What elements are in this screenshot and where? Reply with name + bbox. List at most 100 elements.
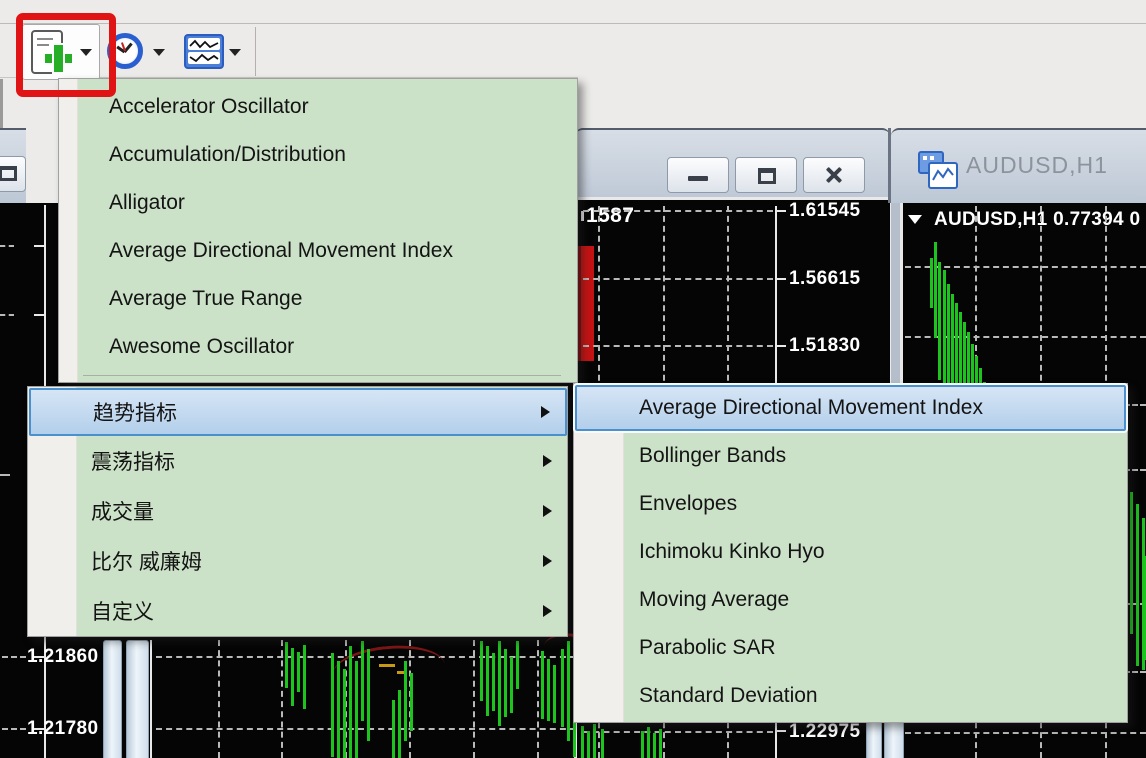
candlestick xyxy=(547,659,550,721)
candlestick xyxy=(349,646,352,758)
candlestick xyxy=(297,652,300,692)
axis-tick xyxy=(34,314,44,316)
menu-item-label: Standard Deviation xyxy=(639,684,818,708)
grid-dash xyxy=(0,245,14,247)
candlestick xyxy=(291,648,294,706)
right-window-titlebar[interactable]: AUDUSD,H1 xyxy=(891,128,1146,205)
submenu-item[interactable]: Average Directional Movement Index xyxy=(575,385,1126,431)
submenu-item[interactable]: Standard Deviation xyxy=(574,672,1127,720)
menu-item-label: Moving Average xyxy=(639,588,789,612)
templates-button[interactable] xyxy=(184,32,246,70)
submenu-item[interactable]: Envelopes xyxy=(574,480,1127,528)
submenu-item[interactable]: Ichimoku Kinko Hyo xyxy=(574,528,1127,576)
menu-item-label: Alligator xyxy=(109,191,185,215)
candlestick xyxy=(392,700,395,758)
indicator-segment xyxy=(379,664,395,667)
symbol-dropdown-arrow-icon xyxy=(908,215,922,224)
window-border-glass xyxy=(103,640,122,758)
menu-item[interactable]: Accumulation/Distribution xyxy=(77,131,573,179)
restore-icon xyxy=(0,166,17,181)
menu-item-label: 震荡指标 xyxy=(91,446,175,476)
category-menu-item[interactable]: 比尔 威廉姆 xyxy=(28,536,567,586)
menu-item[interactable]: Awesome Oscillator xyxy=(77,323,573,371)
candlestick xyxy=(361,641,364,721)
candlestick xyxy=(934,242,937,338)
candlestick xyxy=(516,641,519,689)
candlestick xyxy=(404,661,407,741)
grid-dash xyxy=(583,345,773,347)
candlestick xyxy=(930,258,933,308)
toolbar-group-separator xyxy=(255,27,256,76)
category-menu-item[interactable]: 成交量 xyxy=(28,486,567,536)
menu-item-label: Awesome Oscillator xyxy=(109,335,294,359)
candlestick xyxy=(553,665,556,723)
menu-item-label: Envelopes xyxy=(639,492,737,516)
candlestick xyxy=(567,641,570,741)
menu-item-label: Average True Range xyxy=(109,287,302,311)
minimize-button[interactable] xyxy=(667,157,729,193)
restore-button[interactable] xyxy=(735,157,797,193)
menu-separator xyxy=(83,375,561,376)
candlestick xyxy=(541,651,544,719)
menu-item-label: 比尔 威廉姆 xyxy=(91,546,202,576)
submenu-item[interactable]: Bollinger Bands xyxy=(574,432,1127,480)
menu-item[interactable]: Average True Range xyxy=(77,275,573,323)
menu-item-label: Average Directional Movement Index xyxy=(109,239,453,263)
category-menu-item[interactable]: 趋势指标 xyxy=(29,388,567,436)
menu-item-label: 自定义 xyxy=(91,596,154,626)
candlestick xyxy=(1130,492,1133,634)
menu-item-label: Parabolic SAR xyxy=(639,636,776,660)
annotation-highlight-box xyxy=(16,13,116,97)
candlestick xyxy=(561,649,564,727)
grid-dash xyxy=(0,314,14,316)
right-chart-header-text: AUDUSD,H1 0.77394 0 xyxy=(934,209,1140,231)
menu-item[interactable]: Accelerator Oscillator xyxy=(77,83,573,131)
submenu-item[interactable]: Parabolic SAR xyxy=(574,624,1127,672)
candlestick xyxy=(486,646,489,716)
window-border-glass xyxy=(126,640,149,758)
grid-dash xyxy=(583,278,773,280)
periods-dropdown-arrow[interactable] xyxy=(153,49,165,56)
grid-dash xyxy=(905,266,1146,268)
left-window-restore-button[interactable] xyxy=(0,156,26,192)
trend-indicators-submenu: Average Directional Movement Index Bollin… xyxy=(573,383,1128,723)
indicators-menu: Accelerator OscillatorAccumulation/Distr… xyxy=(58,78,578,383)
minimize-icon xyxy=(688,176,708,181)
menu-item-label: 趋势指标 xyxy=(93,397,177,427)
right-chart-header: AUDUSD,H1 0.77394 0 xyxy=(908,206,1146,234)
corner-tick xyxy=(581,211,584,221)
menu-gutter xyxy=(59,79,78,382)
submenu-item[interactable]: Moving Average xyxy=(574,576,1127,624)
axis-tick xyxy=(777,730,786,732)
grid-dash xyxy=(2,728,26,730)
menu-item-label: Bollinger Bands xyxy=(639,444,786,468)
restore-icon xyxy=(758,168,776,184)
candlestick xyxy=(367,649,370,741)
category-menu-item[interactable]: 震荡指标 xyxy=(28,436,567,486)
price-label: 1.21860 xyxy=(27,646,98,668)
menu-item[interactable]: Average Directional Movement Index xyxy=(77,227,573,275)
category-menu-item[interactable]: 自定义 xyxy=(28,586,567,636)
candlestick xyxy=(1136,504,1139,666)
candlestick xyxy=(498,641,501,726)
candlestick xyxy=(659,729,662,758)
price-label: 1.22975 xyxy=(789,721,860,743)
candlestick xyxy=(510,657,513,713)
submenu-arrow-icon xyxy=(543,555,552,567)
candlestick xyxy=(653,733,656,758)
candlestick xyxy=(480,641,483,701)
candlestick xyxy=(492,653,495,711)
candlestick xyxy=(303,645,306,709)
menu-item[interactable]: Alligator xyxy=(77,179,573,227)
candlestick xyxy=(285,642,288,688)
menubar-divider xyxy=(0,23,1146,24)
close-icon xyxy=(804,158,864,192)
close-button[interactable] xyxy=(803,157,865,193)
submenu-arrow-icon xyxy=(543,605,552,617)
menu-item-label: Ichimoku Kinko Hyo xyxy=(639,540,825,564)
grid-dash xyxy=(583,731,773,733)
price-label: 1.56615 xyxy=(789,268,860,290)
candlestick xyxy=(331,653,334,757)
templates-dropdown-arrow[interactable] xyxy=(229,49,241,56)
candlestick xyxy=(355,661,358,758)
